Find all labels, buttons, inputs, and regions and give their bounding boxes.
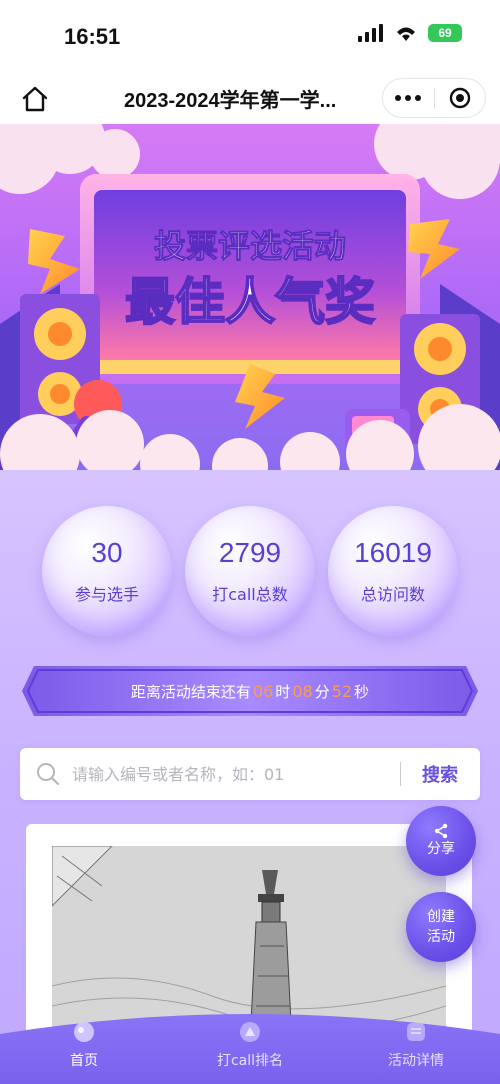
share-icon <box>434 823 448 839</box>
stat-label: 总访问数 <box>360 585 425 604</box>
stat-value: 16019 <box>354 537 432 568</box>
home-tab-icon <box>74 1022 94 1042</box>
share-button[interactable]: 分享 <box>406 806 476 876</box>
status-icons: 69 <box>358 24 462 42</box>
create-activity-button[interactable]: 创建 活动 <box>406 892 476 962</box>
countdown-text: 距离活动结束还有 06 时 08 分 52 秒 <box>22 666 478 716</box>
tab-label: 活动详情 <box>388 1053 444 1069</box>
battery-icon: 69 <box>428 24 462 42</box>
signal-icon <box>358 24 383 42</box>
details-tab-icon <box>407 1023 425 1041</box>
stat-label: 参与选手 <box>74 585 139 604</box>
stats-section: 30 参与选手 2799 打call总数 16019 总访问数 <box>0 500 500 640</box>
stat-label: 打call总数 <box>212 585 288 604</box>
ranking-tab-icon <box>240 1022 260 1042</box>
countdown-hours-unit: 时 <box>275 682 291 701</box>
activity-banner: 投票评选活动 最佳人气奖 <box>0 124 500 470</box>
search-button[interactable]: 搜索 <box>414 756 466 792</box>
search-input[interactable] <box>72 756 372 792</box>
search-bar: 搜索 <box>20 748 480 800</box>
stat-value: 30 <box>91 537 123 568</box>
more-button[interactable] <box>383 78 434 118</box>
stat-total-visits: 16019 总访问数 <box>328 506 458 636</box>
countdown-minutes-unit: 分 <box>314 682 330 701</box>
stat-value: 2799 <box>218 537 282 568</box>
mini-program-capsule <box>382 78 486 118</box>
search-divider <box>400 762 401 786</box>
nav-bar: 2023-2024学年第一学... <box>0 72 500 124</box>
create-label-line2: 活动 <box>427 929 455 945</box>
tab-call-ranking[interactable]: 打call排名 <box>180 1020 320 1076</box>
banner-title-line1: 投票评选活动 <box>154 227 346 265</box>
share-label: 分享 <box>427 841 455 857</box>
create-label-line1: 创建 <box>427 909 455 925</box>
search-icon <box>37 763 59 785</box>
tab-label: 打call排名 <box>216 1053 284 1069</box>
countdown-prefix: 距离活动结束还有 <box>130 682 251 701</box>
bottom-tab-bar: 首页 打call排名 活动详情 <box>0 1004 500 1084</box>
status-time: 16:51 <box>64 24 121 49</box>
target-icon <box>449 87 470 109</box>
wifi-icon <box>397 27 415 41</box>
countdown-seconds-unit: 秒 <box>354 682 370 701</box>
tab-label: 首页 <box>70 1053 98 1069</box>
home-icon <box>22 86 48 112</box>
banner-title-line2: 最佳人气奖 <box>125 273 375 331</box>
tab-home[interactable]: 首页 <box>14 1020 154 1076</box>
countdown-hours: 06 <box>252 681 274 701</box>
countdown-minutes: 08 <box>292 681 313 701</box>
home-button[interactable] <box>20 84 50 114</box>
tab-activity-details[interactable]: 活动详情 <box>346 1020 486 1076</box>
countdown-seconds: 52 <box>331 681 353 701</box>
banner-illustration: 投票评选活动 最佳人气奖 <box>0 124 500 470</box>
close-mini-program-button[interactable] <box>434 78 485 118</box>
status-bar: 16:51 69 <box>0 0 500 72</box>
stat-total-calls: 2799 打call总数 <box>185 506 315 636</box>
stat-participants: 30 参与选手 <box>42 506 172 636</box>
countdown-banner: 距离活动结束还有 06 时 08 分 52 秒 <box>22 666 478 716</box>
page-title: 2023-2024学年第一学... <box>124 90 337 112</box>
